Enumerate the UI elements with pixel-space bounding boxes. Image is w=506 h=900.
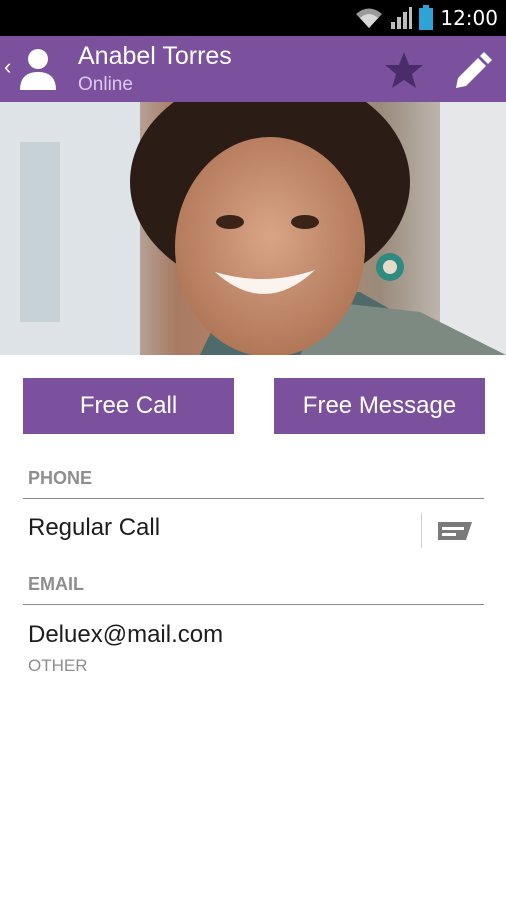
status-bar: 12:00 — [0, 0, 506, 36]
contact-header: ‹ Anabel Torres Online — [0, 36, 506, 102]
pencil-icon[interactable] — [452, 50, 492, 90]
signal-icon — [391, 7, 413, 29]
star-icon[interactable] — [384, 50, 424, 90]
phone-divider — [23, 498, 484, 499]
status-icons: 12:00 — [354, 0, 498, 36]
regular-call-row[interactable]: Regular Call — [28, 514, 160, 542]
email-type-label: OTHER — [28, 656, 88, 675]
row-separator — [421, 513, 422, 548]
email-divider — [23, 604, 484, 605]
free-call-button[interactable]: Free Call — [23, 378, 234, 434]
contact-name: Anabel Torres — [78, 42, 232, 70]
message-icon[interactable] — [436, 516, 474, 546]
contact-photo — [0, 102, 506, 355]
email-address[interactable]: Deluex@mail.com — [28, 621, 223, 649]
status-time: 12:00 — [440, 6, 498, 30]
contact-avatar-icon[interactable] — [18, 46, 58, 90]
wifi-icon — [356, 8, 383, 28]
back-chevron-icon[interactable]: ‹ — [4, 56, 11, 78]
phone-section-header: PHONE — [28, 468, 93, 488]
email-section-header: EMAIL — [28, 574, 84, 594]
battery-icon — [419, 5, 434, 30]
contact-photo-illustration — [0, 102, 506, 355]
free-message-button[interactable]: Free Message — [274, 378, 485, 434]
contact-status: Online — [78, 74, 133, 95]
